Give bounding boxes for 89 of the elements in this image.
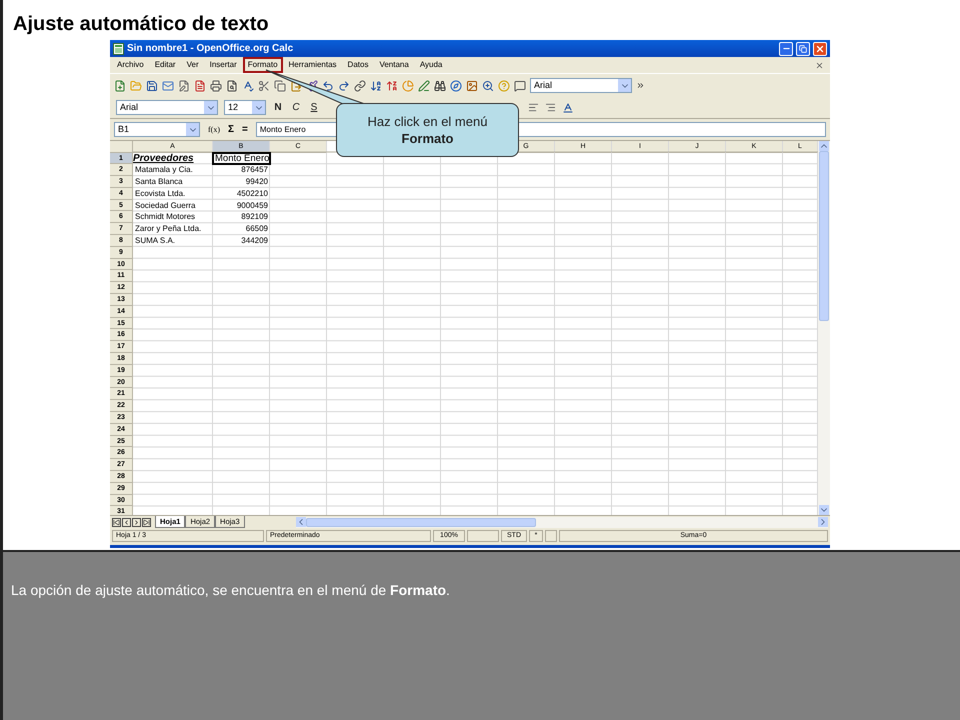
spellcheck-icon[interactable]	[242, 80, 254, 92]
find-field[interactable]: Arial	[530, 78, 632, 93]
menu-item[interactable]: Ver	[182, 57, 204, 73]
sort-descending-icon[interactable]	[386, 80, 398, 92]
new-file-icon[interactable]	[114, 80, 126, 92]
align-left-icon[interactable]	[528, 102, 539, 113]
font-color-icon[interactable]	[562, 102, 574, 114]
link-icon[interactable]	[354, 80, 366, 92]
mail-icon[interactable]	[162, 80, 174, 92]
close-icon	[815, 44, 825, 54]
table-cell[interactable]: Monto Enero	[213, 152, 270, 164]
table-cell[interactable]: 66509	[213, 223, 270, 236]
table-cell[interactable]: 4502210	[213, 188, 270, 200]
slide-title: Ajuste automático de texto	[13, 12, 270, 37]
table-cell[interactable]: SUMA S.A.	[133, 235, 213, 247]
close-document-icon[interactable]	[815, 60, 824, 70]
style-button[interactable]: S	[308, 100, 320, 115]
close-button[interactable]	[813, 42, 827, 56]
menu-item[interactable]: Editar	[150, 57, 181, 73]
name-box[interactable]: B1	[114, 122, 200, 137]
redo-icon[interactable]	[338, 80, 350, 92]
gallery-icon[interactable]	[466, 80, 478, 92]
zoom-icon[interactable]	[482, 80, 494, 92]
status-panel	[545, 530, 557, 542]
horizontal-scrollbar[interactable]	[296, 516, 828, 528]
spreadsheet-icon	[113, 42, 124, 54]
scroll-thumb[interactable]	[306, 518, 536, 526]
copy-icon[interactable]	[274, 80, 286, 92]
style-button[interactable]: N	[272, 100, 284, 115]
preview-icon[interactable]	[226, 80, 238, 92]
printer-icon[interactable]	[210, 80, 222, 92]
corner-cell[interactable]	[110, 141, 133, 152]
table-cell[interactable]: 876457	[213, 164, 270, 176]
menu-item[interactable]: Ventana	[374, 57, 414, 73]
scroll-thumb[interactable]	[819, 151, 829, 321]
draw-icon[interactable]	[418, 80, 430, 92]
sum-button[interactable]: Σ	[228, 122, 234, 137]
table-cell[interactable]: Zaror y Peña Ltda.	[133, 223, 213, 236]
caption-text: La opción de ajuste automático, se encuentra en el menú de Formato.	[11, 581, 451, 600]
table-cell[interactable]: Matamala y Cia.	[133, 164, 213, 176]
equals-button[interactable]: =	[242, 122, 248, 137]
last-sheet-icon[interactable]	[142, 518, 151, 526]
table-cell[interactable]: 892109	[213, 211, 270, 224]
table-cell[interactable]: Sociedad Guerra	[133, 200, 213, 212]
save-icon[interactable]	[146, 80, 158, 92]
window-title: Sin nombre1 - OpenOffice.org Calc	[127, 42, 294, 56]
dropdown-icon	[252, 101, 265, 114]
status-panel	[467, 530, 499, 542]
minimize-button[interactable]	[779, 42, 793, 56]
table-cell[interactable]: 99420	[213, 176, 270, 188]
style-button[interactable]: C	[290, 100, 302, 115]
more-icon[interactable]	[636, 81, 645, 90]
scroll-right-icon[interactable]	[818, 517, 828, 527]
align-right-icon[interactable]	[545, 102, 556, 113]
restore-button[interactable]	[796, 42, 810, 56]
first-sheet-icon[interactable]	[112, 518, 121, 526]
restore-icon	[799, 44, 807, 52]
scroll-up-icon[interactable]	[819, 141, 829, 151]
table-cell[interactable]: Proveedores	[133, 152, 213, 164]
cut-icon[interactable]	[258, 80, 270, 92]
menu-item[interactable]: Insertar	[204, 57, 242, 73]
font-size-select[interactable]: 12	[224, 100, 266, 115]
comment-icon[interactable]	[514, 80, 526, 92]
dropdown-icon	[204, 101, 217, 114]
menu-item[interactable]: Archivo	[112, 57, 149, 73]
next-sheet-icon[interactable]	[132, 518, 141, 526]
menu-item[interactable]: Ayuda	[414, 57, 448, 73]
table-cell[interactable]: 344209	[213, 235, 270, 247]
scroll-down-icon[interactable]	[819, 505, 829, 515]
menu-item[interactable]: Formato	[242, 57, 283, 73]
function-wizard[interactable]: f(x)	[208, 124, 220, 136]
table-cell[interactable]: 9000459	[213, 200, 270, 212]
previous-sheet-icon[interactable]	[122, 518, 131, 526]
pdf-icon[interactable]	[194, 80, 206, 92]
dropdown-icon	[186, 123, 199, 136]
navigator-icon[interactable]	[450, 80, 462, 92]
edit-file-icon[interactable]	[178, 80, 190, 92]
menu-item[interactable]: Herramientas	[284, 57, 342, 73]
vertical-scrollbar[interactable]	[818, 141, 830, 515]
dropdown-icon	[618, 79, 631, 92]
table-cell[interactable]: Santa Blanca	[133, 176, 213, 188]
table-cell[interactable]: Ecovista Ltda.	[133, 188, 213, 200]
undo-icon[interactable]	[322, 80, 334, 92]
font-select[interactable]: Arial	[116, 100, 218, 115]
table-cell[interactable]: Schmidt Motores	[133, 211, 213, 224]
sort-ascending-icon[interactable]	[370, 80, 382, 92]
binoculars-icon[interactable]	[434, 80, 446, 92]
scroll-left-icon[interactable]	[296, 517, 306, 527]
menu-item[interactable]: Datos	[342, 57, 374, 73]
